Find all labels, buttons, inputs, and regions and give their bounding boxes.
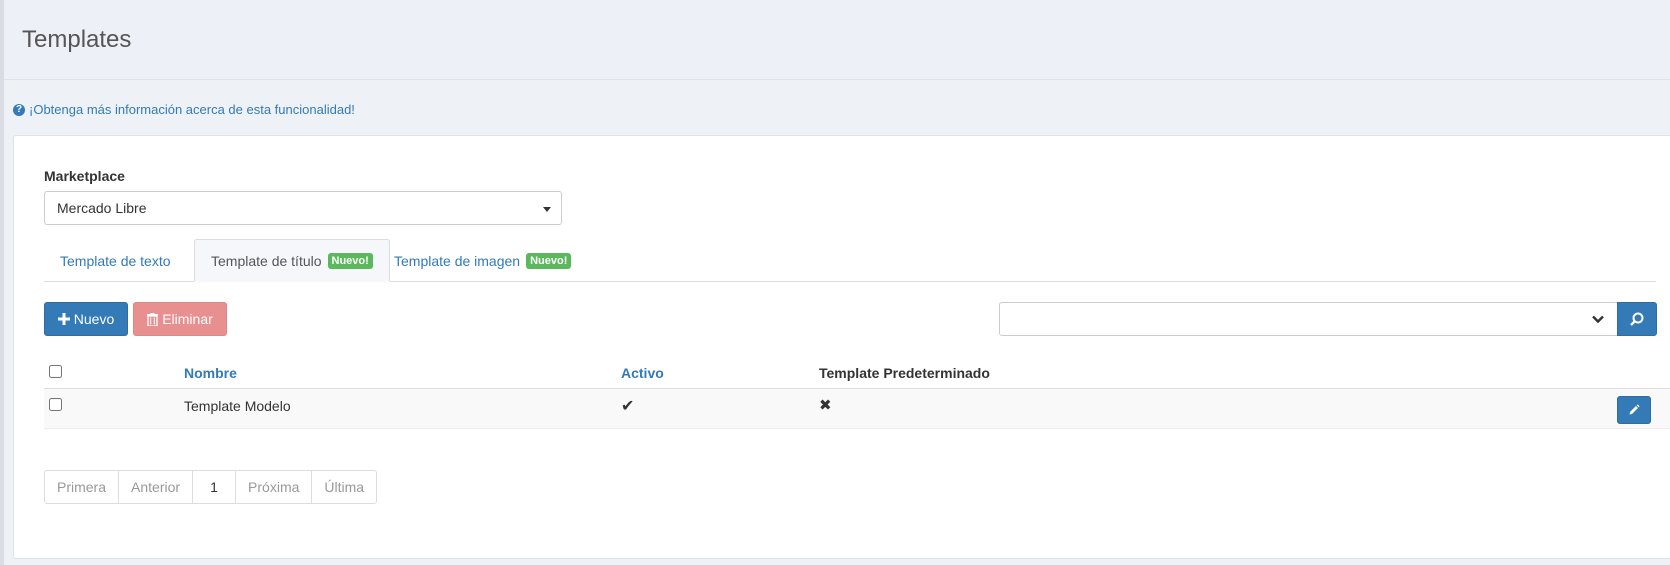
- pagination: Primera Anterior 1 Próxima Última: [44, 470, 378, 504]
- page-last[interactable]: Última: [311, 470, 378, 504]
- new-badge: Nuevo!: [327, 252, 373, 269]
- check-icon: ✔: [621, 398, 635, 415]
- tab-label: Template de imagen: [394, 252, 521, 269]
- delete-button-label: Eliminar: [162, 311, 213, 327]
- new-button[interactable]: Nuevo: [44, 302, 128, 336]
- tab-template-titulo[interactable]: Template de título Nuevo!: [194, 239, 390, 282]
- help-link[interactable]: ? ¡Obtenga más información acerca de est…: [13, 102, 355, 117]
- help-link-text: ¡Obtenga más información acerca de esta …: [29, 102, 355, 117]
- search-button[interactable]: [1617, 302, 1657, 336]
- pencil-icon: [1629, 404, 1640, 415]
- tab-label: Template de texto: [60, 252, 171, 269]
- edit-button[interactable]: [1617, 396, 1651, 424]
- delete-button[interactable]: Eliminar: [133, 302, 227, 336]
- template-name: Template Modelo: [184, 398, 291, 414]
- search-input[interactable]: [999, 302, 1579, 336]
- page-first[interactable]: Primera: [44, 470, 120, 504]
- search-icon: [1630, 312, 1644, 326]
- page-header: Templates: [4, 0, 1670, 80]
- tab-label: Template de título: [211, 252, 322, 269]
- search-dropdown-button[interactable]: [1578, 302, 1618, 336]
- tab-template-imagen[interactable]: Template de imagen Nuevo!: [378, 239, 587, 282]
- column-header-template-predeterminado: Template Predeterminado: [819, 365, 990, 381]
- marketplace-label: Marketplace: [44, 168, 125, 184]
- page-next[interactable]: Próxima: [235, 470, 313, 504]
- column-header-activo[interactable]: Activo: [621, 365, 664, 381]
- trash-icon: [147, 312, 159, 326]
- chevron-down-icon: [1591, 315, 1604, 323]
- row-checkbox[interactable]: [49, 398, 62, 411]
- column-header-nombre[interactable]: Nombre: [184, 365, 237, 381]
- page-prev[interactable]: Anterior: [118, 470, 194, 504]
- new-badge: Nuevo!: [526, 252, 572, 269]
- new-button-label: Nuevo: [73, 311, 115, 327]
- window-left-edge: [0, 0, 4, 565]
- marketplace-selected-value: Mercado Libre: [57, 200, 147, 216]
- page-title: Templates: [22, 26, 132, 53]
- caret-down-icon: [543, 207, 551, 212]
- times-icon: ✖: [819, 397, 832, 414]
- plus-icon: [57, 313, 70, 325]
- marketplace-select[interactable]: Mercado Libre: [44, 191, 562, 225]
- question-circle-icon: ?: [13, 103, 25, 116]
- template-tabs: Template de texto Template de título Nue…: [44, 239, 1656, 282]
- page-current[interactable]: 1: [192, 470, 237, 504]
- select-all-checkbox[interactable]: [49, 365, 62, 378]
- tab-template-texto[interactable]: Template de texto: [44, 239, 187, 282]
